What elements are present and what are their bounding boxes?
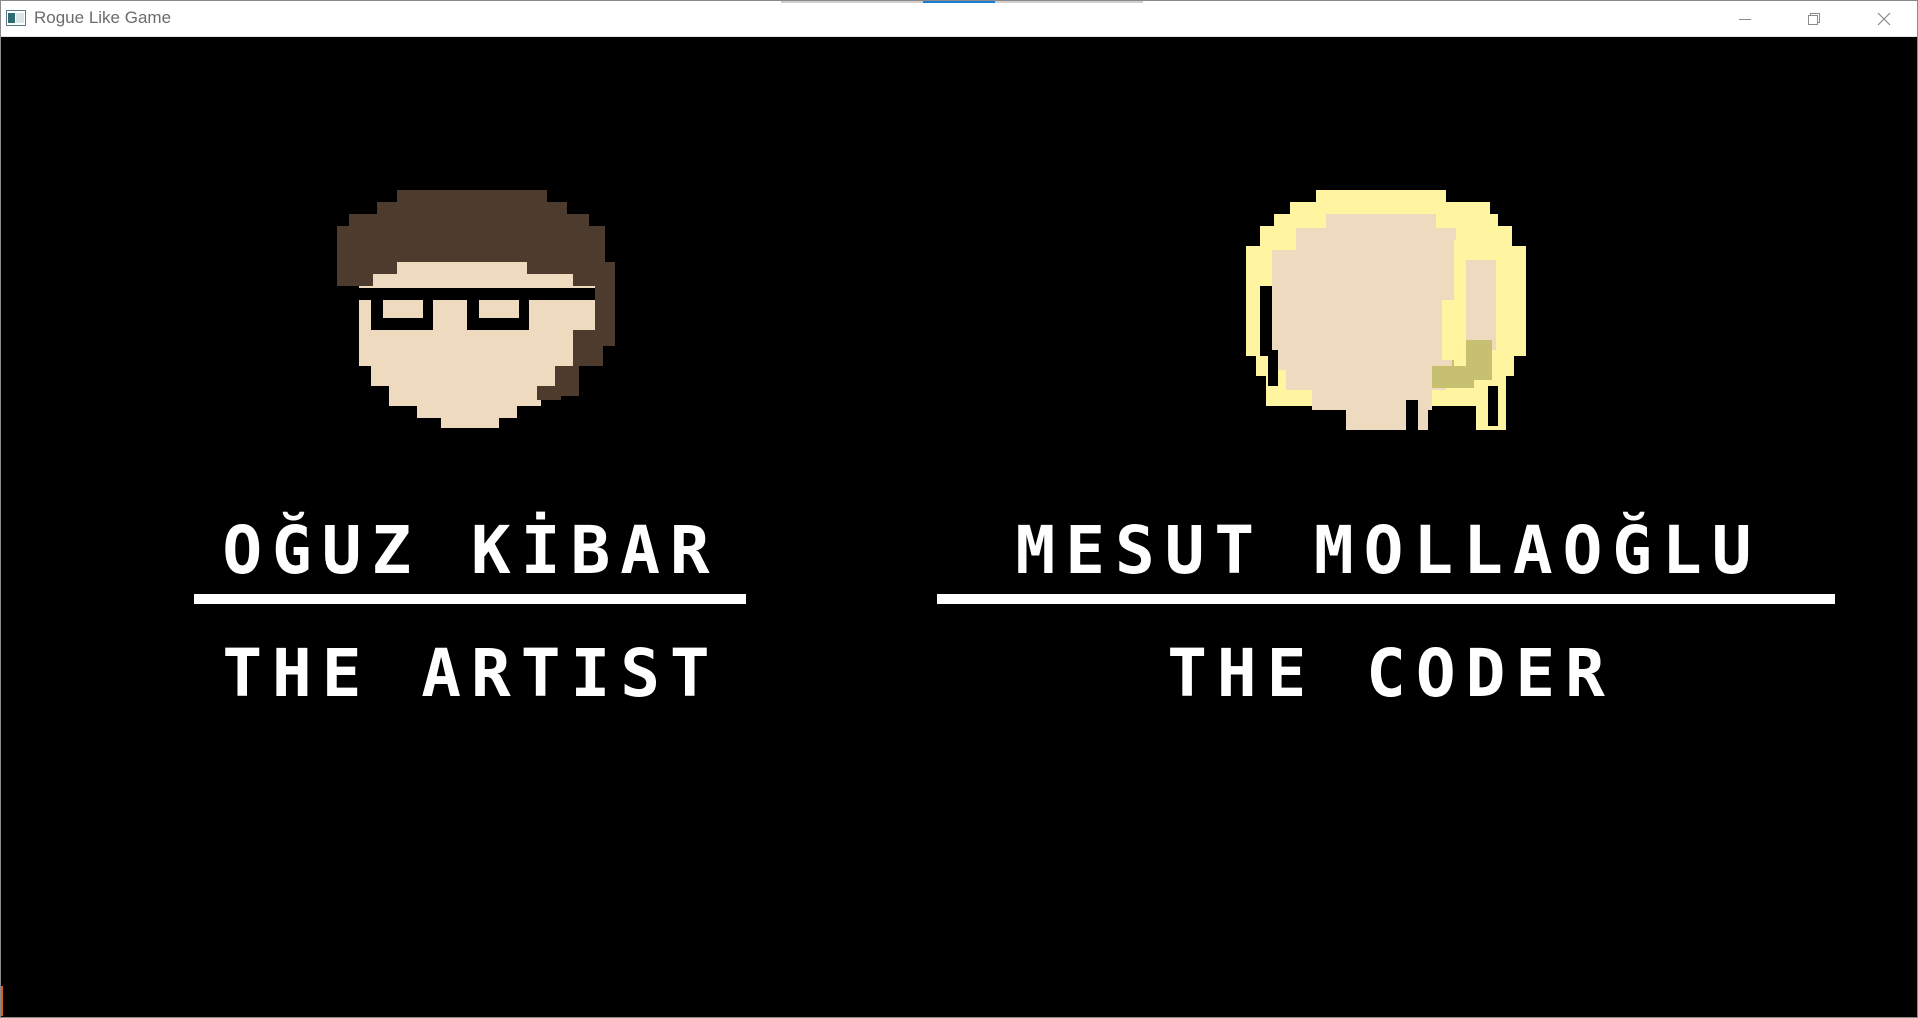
coder-role: THE CODER [1167,635,1615,712]
artist-name: OĞUZ KİBAR [222,512,720,589]
close-icon [1877,12,1890,25]
coder-name-underline [937,594,1835,604]
minimize-button[interactable] [1710,1,1779,36]
close-button[interactable] [1849,1,1918,36]
restore-icon [1807,12,1820,25]
app-icon [6,10,26,26]
coder-name: MESUT MOLLAOĞLU [1015,512,1762,589]
taskbar-hint-active [923,1,995,3]
credits-screen: OĞUZ KİBAR THE CODER THE ARTIST MESUT MO… [1,37,1917,1017]
window-edge-accent [1,986,3,1016]
minimize-icon [1738,18,1751,20]
game-window: Rogue Like Game OĞUZ KİBAR THE ARTIST ME… [0,0,1918,1018]
coder-portrait [1246,190,1526,430]
restore-button[interactable] [1779,1,1848,36]
artist-role-label: THE ARTIST [222,635,720,712]
artist-portrait [337,190,615,428]
title-bar[interactable]: Rogue Like Game [1,1,1917,37]
artist-name-underline [194,594,746,604]
window-title: Rogue Like Game [34,8,172,27]
